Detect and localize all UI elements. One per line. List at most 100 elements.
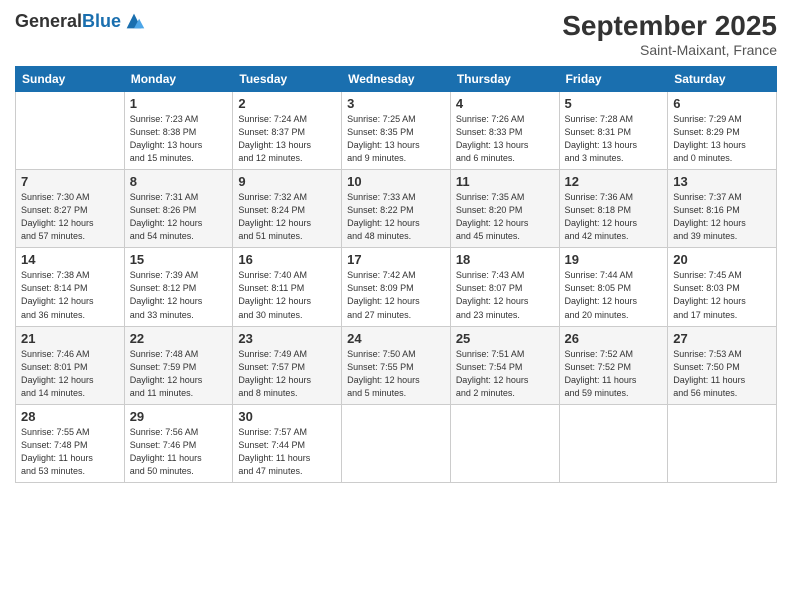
calendar-cell: 24Sunrise: 7:50 AM Sunset: 7:55 PM Dayli… xyxy=(342,326,451,404)
day-info: Sunrise: 7:51 AM Sunset: 7:54 PM Dayligh… xyxy=(456,348,554,400)
calendar-cell: 29 Sunrise: 7:56 AM Sunset: 7:46 PM Dayli… xyxy=(124,404,233,482)
calendar-cell xyxy=(342,404,451,482)
col-monday: Monday xyxy=(124,67,233,92)
calendar-cell: 7 Sunrise: 7:30 AM Sunset: 8:27 PM Daylig… xyxy=(16,170,125,248)
calendar-cell: 14Sunrise: 7:38 AM Sunset: 8:14 PM Dayli… xyxy=(16,248,125,326)
day-info: Sunrise: 7:57 AM Sunset: 7:44 PM Dayligh… xyxy=(238,426,336,478)
col-friday: Friday xyxy=(559,67,668,92)
day-number: 26 xyxy=(565,331,663,346)
day-number: 7 xyxy=(21,174,119,189)
day-info: Sunrise: 7:50 AM Sunset: 7:55 PM Dayligh… xyxy=(347,348,445,400)
calendar-cell: 19 Sunrise: 7:44 AM Sunset: 8:05 PM Dayli… xyxy=(559,248,668,326)
calendar-cell: 27 Sunrise: 7:53 AM Sunset: 7:50 PM Dayli… xyxy=(668,326,777,404)
day-info: Sunrise: 7:30 AM Sunset: 8:27 PM Dayligh… xyxy=(21,191,119,243)
day-info: Sunrise: 7:31 AM Sunset: 8:26 PM Dayligh… xyxy=(130,191,228,243)
col-thursday: Thursday xyxy=(450,67,559,92)
day-number: 27 xyxy=(673,331,771,346)
col-sunday: Sunday xyxy=(16,67,125,92)
day-number: 16 xyxy=(238,252,336,267)
day-info: Sunrise: 7:23 AM Sunset: 8:38 PM Dayligh… xyxy=(130,113,228,165)
day-info: Sunrise: 7:26 AM Sunset: 8:33 PM Dayligh… xyxy=(456,113,554,165)
day-number: 29 xyxy=(130,409,228,424)
location: Saint-Maixant, France xyxy=(562,42,777,58)
day-number: 17 xyxy=(347,252,445,267)
day-info: Sunrise: 7:39 AM Sunset: 8:12 PM Dayligh… xyxy=(130,269,228,321)
header: GeneralBlue September 2025 Saint-Maixant… xyxy=(15,10,777,58)
day-number: 2 xyxy=(238,96,336,111)
calendar-cell: 1 Sunrise: 7:23 AM Sunset: 8:38 PM Daylig… xyxy=(124,92,233,170)
logo-blue: Blue xyxy=(82,11,121,31)
day-number: 20 xyxy=(673,252,771,267)
week-row-5: 28Sunrise: 7:55 AM Sunset: 7:48 PM Dayli… xyxy=(16,404,777,482)
day-info: Sunrise: 7:37 AM Sunset: 8:16 PM Dayligh… xyxy=(673,191,771,243)
day-info: Sunrise: 7:53 AM Sunset: 7:50 PM Dayligh… xyxy=(673,348,771,400)
calendar-cell: 13 Sunrise: 7:37 AM Sunset: 8:16 PM Dayli… xyxy=(668,170,777,248)
day-info: Sunrise: 7:40 AM Sunset: 8:11 PM Dayligh… xyxy=(238,269,336,321)
day-number: 9 xyxy=(238,174,336,189)
day-info: Sunrise: 7:32 AM Sunset: 8:24 PM Dayligh… xyxy=(238,191,336,243)
day-number: 4 xyxy=(456,96,554,111)
day-number: 22 xyxy=(130,331,228,346)
week-row-1: 1 Sunrise: 7:23 AM Sunset: 8:38 PM Daylig… xyxy=(16,92,777,170)
calendar-cell: 25 Sunrise: 7:51 AM Sunset: 7:54 PM Dayli… xyxy=(450,326,559,404)
calendar-cell: 28Sunrise: 7:55 AM Sunset: 7:48 PM Dayli… xyxy=(16,404,125,482)
col-tuesday: Tuesday xyxy=(233,67,342,92)
calendar-cell: 8 Sunrise: 7:31 AM Sunset: 8:26 PM Daylig… xyxy=(124,170,233,248)
day-info: Sunrise: 7:43 AM Sunset: 8:07 PM Dayligh… xyxy=(456,269,554,321)
day-info: Sunrise: 7:44 AM Sunset: 8:05 PM Dayligh… xyxy=(565,269,663,321)
calendar-cell: 12Sunrise: 7:36 AM Sunset: 8:18 PM Dayli… xyxy=(559,170,668,248)
day-number: 10 xyxy=(347,174,445,189)
day-number: 8 xyxy=(130,174,228,189)
day-number: 19 xyxy=(565,252,663,267)
calendar-cell: 23 Sunrise: 7:49 AM Sunset: 7:57 PM Dayli… xyxy=(233,326,342,404)
calendar-cell: 30 Sunrise: 7:57 AM Sunset: 7:44 PM Dayli… xyxy=(233,404,342,482)
day-number: 18 xyxy=(456,252,554,267)
day-number: 13 xyxy=(673,174,771,189)
day-info: Sunrise: 7:33 AM Sunset: 8:22 PM Dayligh… xyxy=(347,191,445,243)
calendar-cell: 2 Sunrise: 7:24 AM Sunset: 8:37 PM Daylig… xyxy=(233,92,342,170)
calendar-cell: 3 Sunrise: 7:25 AM Sunset: 8:35 PM Daylig… xyxy=(342,92,451,170)
day-info: Sunrise: 7:48 AM Sunset: 7:59 PM Dayligh… xyxy=(130,348,228,400)
week-row-4: 21 Sunrise: 7:46 AM Sunset: 8:01 PM Dayli… xyxy=(16,326,777,404)
calendar-cell: 15 Sunrise: 7:39 AM Sunset: 8:12 PM Dayli… xyxy=(124,248,233,326)
calendar-cell: 10 Sunrise: 7:33 AM Sunset: 8:22 PM Dayli… xyxy=(342,170,451,248)
calendar-cell: 16 Sunrise: 7:40 AM Sunset: 8:11 PM Dayli… xyxy=(233,248,342,326)
col-saturday: Saturday xyxy=(668,67,777,92)
day-number: 30 xyxy=(238,409,336,424)
week-row-2: 7 Sunrise: 7:30 AM Sunset: 8:27 PM Daylig… xyxy=(16,170,777,248)
day-number: 15 xyxy=(130,252,228,267)
calendar-cell xyxy=(450,404,559,482)
day-info: Sunrise: 7:49 AM Sunset: 7:57 PM Dayligh… xyxy=(238,348,336,400)
day-number: 1 xyxy=(130,96,228,111)
title-block: September 2025 Saint-Maixant, France xyxy=(562,10,777,58)
calendar-cell: 21 Sunrise: 7:46 AM Sunset: 8:01 PM Dayli… xyxy=(16,326,125,404)
day-number: 21 xyxy=(21,331,119,346)
day-number: 25 xyxy=(456,331,554,346)
calendar-cell: 20Sunrise: 7:45 AM Sunset: 8:03 PM Dayli… xyxy=(668,248,777,326)
day-number: 23 xyxy=(238,331,336,346)
header-row: Sunday Monday Tuesday Wednesday Thursday… xyxy=(16,67,777,92)
day-info: Sunrise: 7:35 AM Sunset: 8:20 PM Dayligh… xyxy=(456,191,554,243)
calendar-cell: 26Sunrise: 7:52 AM Sunset: 7:52 PM Dayli… xyxy=(559,326,668,404)
day-number: 11 xyxy=(456,174,554,189)
calendar-cell xyxy=(668,404,777,482)
calendar-table: Sunday Monday Tuesday Wednesday Thursday… xyxy=(15,66,777,483)
calendar-cell: 5Sunrise: 7:28 AM Sunset: 8:31 PM Daylig… xyxy=(559,92,668,170)
calendar-cell: 22 Sunrise: 7:48 AM Sunset: 7:59 PM Dayli… xyxy=(124,326,233,404)
day-info: Sunrise: 7:46 AM Sunset: 8:01 PM Dayligh… xyxy=(21,348,119,400)
day-info: Sunrise: 7:29 AM Sunset: 8:29 PM Dayligh… xyxy=(673,113,771,165)
day-info: Sunrise: 7:24 AM Sunset: 8:37 PM Dayligh… xyxy=(238,113,336,165)
calendar-cell: 17Sunrise: 7:42 AM Sunset: 8:09 PM Dayli… xyxy=(342,248,451,326)
day-info: Sunrise: 7:56 AM Sunset: 7:46 PM Dayligh… xyxy=(130,426,228,478)
logo: GeneralBlue xyxy=(15,10,145,32)
calendar-header: Sunday Monday Tuesday Wednesday Thursday… xyxy=(16,67,777,92)
logo-general: General xyxy=(15,11,82,31)
day-info: Sunrise: 7:36 AM Sunset: 8:18 PM Dayligh… xyxy=(565,191,663,243)
day-info: Sunrise: 7:25 AM Sunset: 8:35 PM Dayligh… xyxy=(347,113,445,165)
calendar-cell: 9 Sunrise: 7:32 AM Sunset: 8:24 PM Daylig… xyxy=(233,170,342,248)
col-wednesday: Wednesday xyxy=(342,67,451,92)
day-number: 6 xyxy=(673,96,771,111)
day-number: 3 xyxy=(347,96,445,111)
calendar-cell: 18 Sunrise: 7:43 AM Sunset: 8:07 PM Dayli… xyxy=(450,248,559,326)
calendar-cell: 11 Sunrise: 7:35 AM Sunset: 8:20 PM Dayli… xyxy=(450,170,559,248)
